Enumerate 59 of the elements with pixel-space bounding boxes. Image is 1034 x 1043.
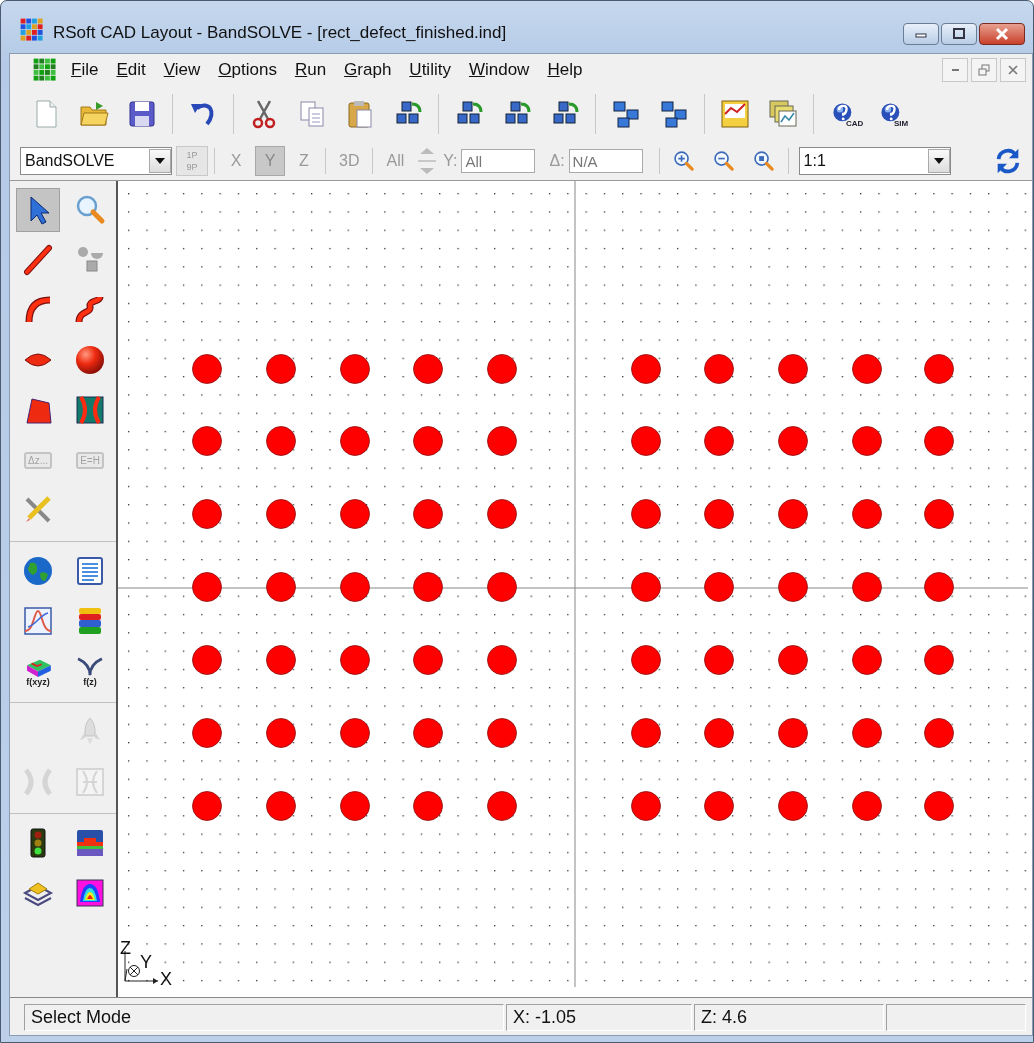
- menu-item[interactable]: Graph: [335, 57, 401, 83]
- menu-item[interactable]: Window: [459, 57, 539, 83]
- double-curve-icon: [22, 766, 54, 798]
- line-segment-icon: [22, 244, 54, 276]
- window-title: RSoft CAD Layout - BandSOLVE - [rect_defect_finished.ind]: [53, 22, 508, 43]
- mode-profile-icon: [74, 877, 106, 909]
- close-icon: [1006, 63, 1020, 77]
- sphere-icon: [74, 344, 106, 376]
- minimize-icon: [951, 69, 959, 71]
- windows-icon: [767, 98, 799, 130]
- button-caption: CAD: [846, 119, 864, 128]
- coupler-icon: [74, 394, 106, 426]
- menu-item[interactable]: File: [62, 57, 108, 83]
- axis-label: X: [160, 969, 172, 987]
- menu-item[interactable]: Help: [538, 57, 592, 83]
- plot-icon: [22, 605, 54, 637]
- slab-icon: [74, 827, 106, 859]
- menu-item[interactable]: Edit: [107, 57, 155, 83]
- tool-button[interactable]: f(z): [68, 649, 112, 693]
- status-pane: Z: 4.6: [694, 1004, 884, 1031]
- close-button[interactable]: [979, 23, 1025, 45]
- menu-item[interactable]: Options: [209, 57, 286, 83]
- layout-canvas[interactable]: Z Y X: [118, 181, 1028, 987]
- tool-caption: f(xyz): [26, 677, 50, 687]
- minimize-button[interactable]: [903, 23, 939, 45]
- text-document-icon: [74, 555, 106, 587]
- axis-label: Y: [140, 952, 152, 972]
- mode-combo[interactable]: BandSOLVE: [20, 147, 172, 175]
- status-pane: X: -1.05: [506, 1004, 692, 1031]
- minimize-button[interactable]: [942, 58, 968, 82]
- zoom-combo[interactable]: 1:1: [798, 147, 951, 175]
- field-label: Δ:: [549, 152, 565, 170]
- globe-icon: [22, 555, 54, 587]
- tool-caption: f(z): [83, 677, 97, 687]
- magnifier-icon: [74, 194, 106, 226]
- maximize-button[interactable]: [941, 23, 977, 45]
- blocks-icon: [610, 98, 642, 130]
- spin-arrows-icon: [416, 146, 439, 176]
- value-field[interactable]: N/A: [568, 149, 643, 173]
- menu-item[interactable]: Run: [285, 57, 336, 83]
- blocks-icon: [658, 98, 690, 130]
- button-caption: SIM: [894, 119, 909, 128]
- menu-item[interactable]: Utility: [400, 57, 460, 83]
- toolbar-button[interactable]: CAD: [822, 91, 866, 137]
- field-label: Y:: [443, 152, 458, 170]
- tool-button[interactable]: f(xyz): [16, 649, 60, 693]
- axis-label: Z: [120, 938, 131, 958]
- menu-item[interactable]: View: [154, 57, 210, 83]
- maximize-icon: [951, 27, 967, 41]
- chart-icon: [719, 98, 751, 130]
- app-icon: [19, 17, 45, 43]
- status-pane: Select Mode: [24, 1004, 504, 1031]
- restore-icon: [977, 63, 991, 77]
- framed-curve-icon: [74, 766, 106, 798]
- toolbar-button[interactable]: SIM: [870, 91, 914, 137]
- close-icon: [994, 27, 1010, 41]
- value-field[interactable]: All: [461, 149, 536, 173]
- document-grid-icon: [32, 57, 58, 83]
- floppy-icon: [126, 98, 158, 130]
